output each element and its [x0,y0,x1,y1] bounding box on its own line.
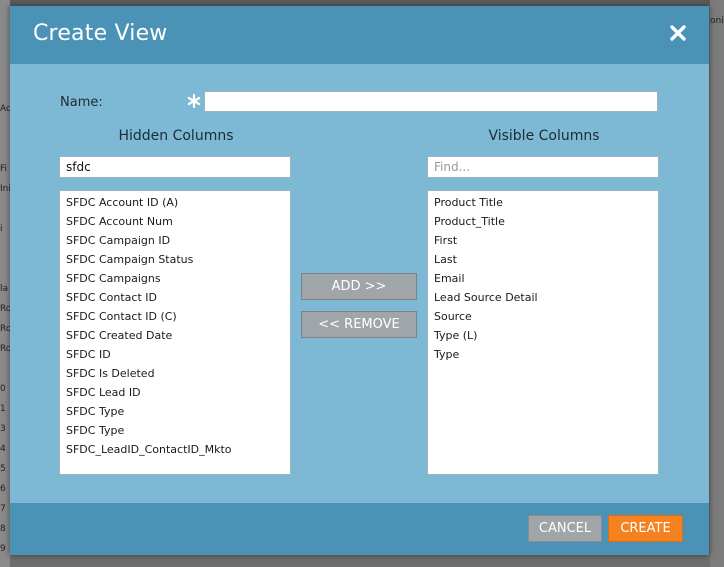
add-button[interactable]: ADD >> [301,273,417,300]
close-icon[interactable] [667,22,689,44]
visible-columns-list[interactable]: Product Title Product_Title First Last E… [427,190,659,475]
list-item[interactable]: SFDC Created Date [60,326,290,345]
list-item[interactable]: SFDC Type [60,402,290,421]
list-item[interactable]: Product Title [428,193,658,212]
background-text: 0 [0,384,6,394]
close-icon-glyph [670,25,686,41]
create-button[interactable]: CREATE [608,515,683,542]
hidden-columns-search-input[interactable] [59,156,291,178]
name-input[interactable] [204,91,658,112]
background-text: 9 [0,544,6,554]
list-item[interactable]: Last [428,250,658,269]
background-text: 8 [0,524,6,534]
background-text: 5 [0,464,6,474]
list-item[interactable]: SFDC Campaign Status [60,250,290,269]
list-item[interactable]: Product_Title [428,212,658,231]
hidden-columns-list[interactable]: SFDC Account ID (A) SFDC Account Num SFD… [59,190,291,475]
list-item[interactable]: SFDC Is Deleted [60,364,290,383]
list-item[interactable]: SFDC Account Num [60,212,290,231]
list-item[interactable]: Lead Source Detail [428,288,658,307]
list-item[interactable]: Source [428,307,658,326]
list-item[interactable]: SFDC Account ID (A) [60,193,290,212]
background-text: i [0,224,3,234]
background-text: onis [710,16,724,26]
cancel-button[interactable]: CANCEL [528,515,602,542]
list-item[interactable]: SFDC Type [60,421,290,440]
list-item[interactable]: Type [428,345,658,364]
background-text: 4 [0,444,6,454]
background-text: la [0,284,9,294]
background-text: 6 [0,484,6,494]
dialog-header: Create View [10,6,709,64]
background-text: 3 [0,424,6,434]
list-item[interactable]: First [428,231,658,250]
background-text: 7 [0,504,6,514]
dialog-footer: CANCEL CREATE [10,503,709,555]
list-item[interactable]: SFDC Contact ID [60,288,290,307]
dialog-title: Create View [33,21,168,46]
remove-button[interactable]: << REMOVE [301,311,417,338]
background-text: 1 [0,404,6,414]
background-right-panel [710,0,724,567]
list-item[interactable]: SFDC Campaigns [60,269,290,288]
background-text: Fi [0,164,8,174]
list-item[interactable]: Email [428,269,658,288]
hidden-columns-heading: Hidden Columns [118,128,234,144]
list-item[interactable]: SFDC_LeadID_ContactID_Mkto [60,440,290,459]
list-item[interactable]: SFDC ID [60,345,290,364]
name-label: Name: [60,95,103,110]
list-item[interactable]: SFDC Contact ID (C) [60,307,290,326]
list-item[interactable]: SFDC Campaign ID [60,231,290,250]
asterisk-icon [187,93,201,109]
create-view-dialog: Create View Name: Hidden Columns Visible… [10,6,709,555]
list-item[interactable]: SFDC Lead ID [60,383,290,402]
visible-columns-search-input[interactable] [427,156,659,178]
required-icon [186,93,202,109]
visible-columns-heading: Visible Columns [488,128,600,144]
list-item[interactable]: Type (L) [428,326,658,345]
